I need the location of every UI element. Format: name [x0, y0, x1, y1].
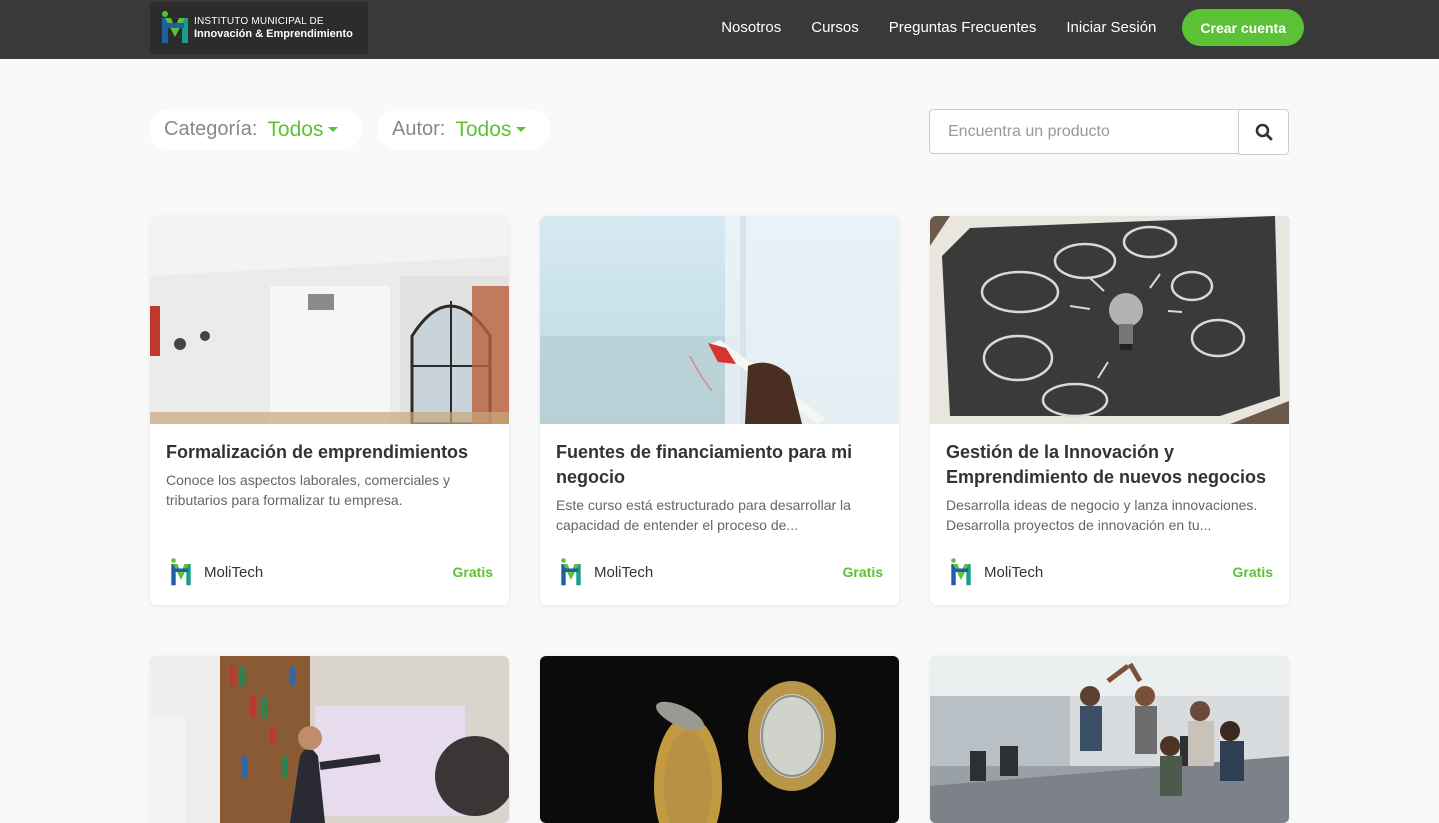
- nav-nosotros[interactable]: Nosotros: [721, 19, 781, 36]
- course-image[interactable]: [930, 216, 1289, 424]
- author-logo-icon: [166, 557, 196, 587]
- course-image[interactable]: [930, 656, 1289, 823]
- institute-logo-icon: [160, 11, 190, 45]
- course-card[interactable]: Fuentes de financiamiento para mi negoci…: [540, 216, 899, 605]
- category-filter-label: Categoría:: [164, 118, 258, 140]
- course-price: Gratis: [452, 564, 493, 580]
- nav-cursos[interactable]: Cursos: [811, 19, 859, 36]
- nav-faq[interactable]: Preguntas Frecuentes: [889, 19, 1037, 36]
- nav-login[interactable]: Iniciar Sesión: [1066, 19, 1156, 36]
- author-filter-value[interactable]: Todos: [455, 118, 511, 142]
- logo-line-1: INSTITUTO MUNICIPAL DE: [194, 16, 324, 27]
- search-icon: [1255, 123, 1272, 141]
- author-filter-label: Autor:: [392, 118, 446, 140]
- author-logo-icon: [556, 557, 586, 587]
- category-filter[interactable]: Categoría: Todos: [149, 109, 362, 150]
- logo-line-2: Innovación & Emprendimiento: [194, 28, 353, 40]
- author-name: MoliTech: [984, 563, 1044, 581]
- category-filter-value[interactable]: Todos: [267, 118, 323, 142]
- site-logo[interactable]: INSTITUTO MUNICIPAL DE Innovación & Empr…: [150, 2, 368, 54]
- course-title[interactable]: Gestión de la Innovación y Emprendimient…: [946, 440, 1273, 490]
- course-title[interactable]: Formalización de emprendimientos: [166, 440, 493, 465]
- author-logo-icon: [946, 557, 976, 587]
- course-image[interactable]: [540, 216, 899, 424]
- course-price: Gratis: [1232, 564, 1273, 580]
- course-description: Desarrolla ideas de negocio y lanza inno…: [946, 497, 1258, 533]
- course-title[interactable]: Fuentes de financiamiento para mi negoci…: [556, 440, 883, 490]
- course-image[interactable]: [540, 656, 899, 823]
- course-image[interactable]: [150, 656, 509, 823]
- course-image[interactable]: [150, 216, 509, 424]
- top-navbar: INSTITUTO MUNICIPAL DE Innovación & Empr…: [0, 0, 1439, 59]
- author-name: MoliTech: [204, 563, 264, 581]
- course-price: Gratis: [842, 564, 883, 580]
- search-input[interactable]: [929, 109, 1239, 154]
- course-card[interactable]: [150, 656, 509, 823]
- create-account-button[interactable]: Crear cuenta: [1182, 9, 1304, 46]
- course-description: Conoce los aspectos laborales, comercial…: [166, 472, 451, 508]
- caret-down-icon[interactable]: [516, 127, 527, 132]
- author-name: MoliTech: [594, 563, 654, 581]
- course-card[interactable]: [540, 656, 899, 823]
- search-button[interactable]: [1238, 109, 1289, 155]
- course-description: Este curso está estructurado para desarr…: [556, 497, 851, 533]
- nav-links: Nosotros Cursos Preguntas Frecuentes Ini…: [691, 9, 1304, 46]
- author-filter[interactable]: Autor: Todos: [377, 109, 550, 150]
- course-card[interactable]: [930, 656, 1289, 823]
- course-card[interactable]: Gestión de la Innovación y Emprendimient…: [930, 216, 1289, 605]
- course-card[interactable]: Formalización de emprendimientos Conoce …: [150, 216, 509, 605]
- caret-down-icon[interactable]: [328, 127, 339, 132]
